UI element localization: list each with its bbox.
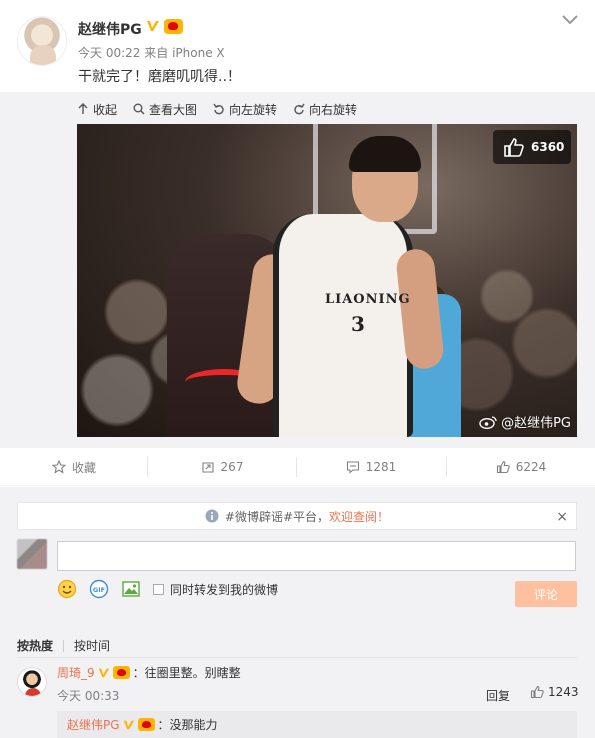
image-watermark: @赵继伟PG xyxy=(479,412,571,431)
comment-section: #微博辟谣#平台， 欢迎查阅！ × GIF 同时转发到我的微博 评论 按热度 按时… xyxy=(0,487,595,738)
verified-icon xyxy=(123,720,134,729)
collapse-button[interactable]: 收起 xyxy=(77,100,117,118)
media-toolbar: 收起 查看大图 向左旋转 向右旋转 xyxy=(77,100,357,118)
reply-button[interactable]: 回复 xyxy=(486,687,510,704)
sub-reply-username[interactable]: 赵继伟PG xyxy=(67,716,120,733)
like-count: 6224 xyxy=(515,460,547,474)
verified-icon xyxy=(147,21,159,31)
divider xyxy=(63,639,65,652)
favorite-button[interactable]: 收藏 xyxy=(0,448,148,486)
repost-icon xyxy=(201,462,214,473)
notice-text: #微博辟谣#平台， xyxy=(224,509,330,524)
comment-like-count: 1243 xyxy=(548,685,579,699)
player-jersey xyxy=(273,214,413,437)
view-large-button[interactable]: 查看大图 xyxy=(133,100,197,118)
vip-badge-icon[interactable] xyxy=(164,19,183,34)
thumbs-up-icon xyxy=(530,685,544,699)
sub-reply-text: ：没那能力 xyxy=(157,718,218,732)
divider xyxy=(17,657,577,658)
thumbs-up-icon xyxy=(496,460,510,474)
tab-by-time[interactable]: 按时间 xyxy=(74,637,110,654)
view-large-label: 查看大图 xyxy=(149,102,198,117)
rotate-right-icon xyxy=(294,103,305,115)
post-image[interactable]: LIAONING 3 6360 @赵继伟PG xyxy=(77,124,577,437)
search-icon xyxy=(133,103,145,115)
comment-text: ：往圈里整。别瞎整 xyxy=(132,666,241,680)
comment-line: 周琦_9 ：往圈里整。别瞎整 xyxy=(57,664,241,681)
author-avatar[interactable] xyxy=(17,16,67,66)
comment-like-button[interactable]: 1243 xyxy=(530,685,579,699)
comment-username[interactable]: 周琦_9 xyxy=(57,664,95,681)
chevron-down-icon[interactable] xyxy=(561,13,579,27)
rotate-left-icon xyxy=(213,103,224,115)
notice-banner: #微博辟谣#平台， 欢迎查阅！ × xyxy=(17,502,577,530)
repost-checkbox-label: 同时转发到我的微博 xyxy=(170,582,279,597)
repost-count: 267 xyxy=(220,460,244,474)
composer-tools: GIF 同时转发到我的微博 xyxy=(57,579,278,599)
jersey-text: LIAONING xyxy=(325,292,411,307)
sub-reply: 赵继伟PG ：没那能力 xyxy=(57,711,577,738)
verified-icon xyxy=(98,668,109,677)
image-icon[interactable] xyxy=(121,579,141,599)
rotate-right-label: 向右旋转 xyxy=(309,102,358,117)
author-name[interactable]: 赵继伟PG xyxy=(78,19,142,39)
comment-count: 1281 xyxy=(365,460,397,474)
comment-input[interactable] xyxy=(57,541,576,571)
watermark-text: @赵继伟PG xyxy=(501,416,571,431)
collapse-label: 收起 xyxy=(93,102,118,117)
rotate-right-button[interactable]: 向右旋转 xyxy=(293,100,357,118)
tab-by-hot[interactable]: 按热度 xyxy=(17,637,53,654)
submit-comment-button[interactable]: 评论 xyxy=(515,581,577,607)
star-icon xyxy=(51,460,66,474)
rotate-left-button[interactable]: 向左旋转 xyxy=(213,100,277,118)
image-like-badge[interactable]: 6360 xyxy=(493,130,571,164)
comment-time: 今天 00:33 xyxy=(57,689,120,703)
comment-button[interactable]: 1281 xyxy=(297,448,445,486)
comment-icon xyxy=(346,461,359,474)
rotate-left-label: 向左旋转 xyxy=(229,102,278,117)
source-prefix: 来自 xyxy=(144,46,169,60)
comment-avatar[interactable] xyxy=(17,667,47,697)
like-button[interactable]: 6224 xyxy=(447,448,595,486)
checkbox-box[interactable] xyxy=(153,583,164,595)
info-icon xyxy=(205,509,219,523)
post-source[interactable]: iPhone X xyxy=(172,46,225,60)
gif-icon[interactable]: GIF xyxy=(89,579,109,599)
vip-badge-icon[interactable] xyxy=(137,718,155,731)
post-text: 干就完了！磨磨叽叽得..！ xyxy=(78,69,241,85)
favorite-label: 收藏 xyxy=(71,460,96,475)
post-header: 赵继伟PG 今天 00:22 来自 iPhone X 干就完了！磨磨叽叽得..！ xyxy=(0,0,595,92)
repost-checkbox[interactable]: 同时转发到我的微博 xyxy=(153,581,278,598)
vip-badge-icon[interactable] xyxy=(112,666,130,679)
sort-tabs: 按热度 按时间 xyxy=(17,637,110,654)
action-bar: 收藏 267 1281 6224 xyxy=(0,448,595,486)
my-avatar xyxy=(17,539,47,569)
arrow-up-icon xyxy=(78,103,88,114)
notice-link[interactable]: 欢迎查阅！ xyxy=(329,508,389,525)
emoji-icon[interactable] xyxy=(57,579,77,599)
close-icon[interactable]: × xyxy=(556,509,568,525)
repost-button[interactable]: 267 xyxy=(148,448,296,486)
post-meta: 今天 00:22 来自 iPhone X xyxy=(78,44,225,61)
post-time[interactable]: 今天 00:22 xyxy=(78,46,140,60)
thumbs-up-icon xyxy=(504,138,524,157)
svg-text:GIF: GIF xyxy=(93,586,105,594)
jersey-number: 3 xyxy=(351,312,365,336)
image-like-count: 6360 xyxy=(531,140,565,154)
weibo-logo-icon xyxy=(479,415,497,429)
